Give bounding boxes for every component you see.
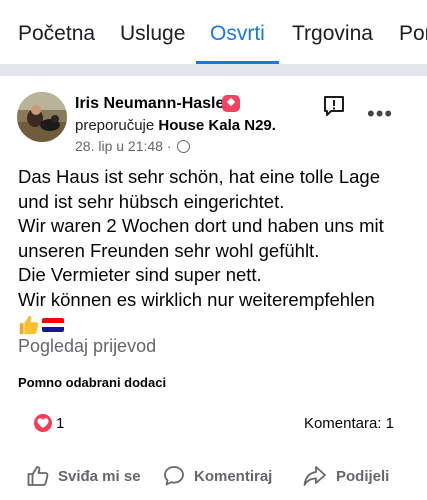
tab-trgovina[interactable]: Trgovina [292, 22, 373, 46]
more-options-icon[interactable]: ••• [367, 103, 393, 125]
post-text: Das Haus ist sehr schön, hat eine tolle … [18, 165, 418, 312]
post-line: Wir können es wirklich nur weiterempfehl… [18, 288, 375, 310]
post-line: Die Vermieter sind super nett. [18, 264, 262, 285]
croatia-flag-icon [42, 318, 64, 332]
recommends-verb: preporučuje [75, 117, 155, 134]
report-icon[interactable] [322, 94, 346, 118]
post-meta: 28. lip u 21:48 · [75, 138, 191, 154]
page-name-link[interactable]: House Kala N29. [158, 117, 276, 134]
tab-usluge[interactable]: Usluge [120, 22, 185, 46]
post-line: und ist sehr hübsch eingerichtet. [18, 190, 285, 212]
tab-bar: Početna Usluge Osvrti Trgovina Por [0, 0, 427, 64]
recommendation-line: preporučuje House Kala N29. [75, 117, 276, 134]
action-bar: Sviđa mi se Komentiraj Podijeli [0, 458, 427, 494]
author-name[interactable]: Iris Neumann-Hasler [75, 95, 231, 113]
share-button[interactable]: Podijeli [302, 458, 389, 494]
addons-title: Pomno odabrani dodaci [18, 375, 167, 390]
recommendation-badge-icon [222, 95, 240, 112]
post-line: unseren Freunden sehr wohl gefühlt. [18, 239, 320, 261]
tab-pocetna[interactable]: Početna [18, 22, 95, 46]
reaction-count: 1 [56, 415, 65, 432]
comment-button[interactable]: Komentiraj [162, 458, 272, 494]
post-line: Wir waren 2 Wochen dort und haben uns mi… [18, 215, 384, 236]
post-line: Das Haus ist sehr schön, hat eine tolle … [18, 166, 380, 187]
comment-label: Komentiraj [194, 467, 273, 485]
post-timestamp[interactable]: 28. lip u 21:48 [75, 138, 163, 154]
section-divider [0, 64, 427, 76]
avatar[interactable] [17, 92, 67, 142]
globe-icon [177, 140, 191, 153]
comment-count[interactable]: Komentara: 1 [304, 415, 394, 432]
like-button[interactable]: Sviđa mi se [26, 458, 141, 494]
like-label: Sviđa mi se [58, 467, 141, 485]
comment-icon [164, 466, 184, 486]
see-translation-link[interactable]: Pogledaj prijevod [18, 336, 156, 357]
thumbs-up-emoji-icon [19, 315, 39, 335]
tab-osvrti[interactable]: Osvrti [210, 22, 265, 46]
heart-icon [34, 414, 52, 432]
share-icon [303, 466, 326, 486]
meta-separator: · [166, 138, 172, 154]
like-icon [27, 466, 49, 486]
tab-partial[interactable]: Por [399, 22, 427, 46]
share-label: Podijeli [336, 467, 390, 485]
